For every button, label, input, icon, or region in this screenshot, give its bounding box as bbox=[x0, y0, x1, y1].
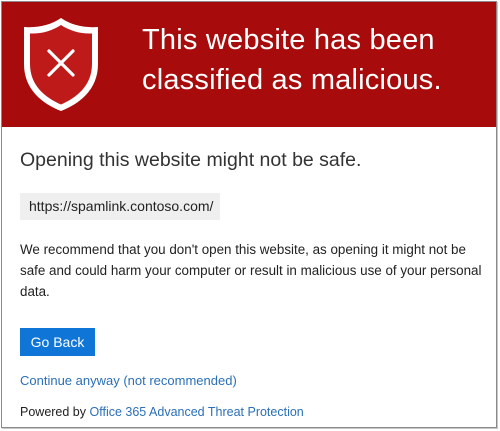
powered-by-prefix: Powered by bbox=[20, 405, 87, 419]
atp-link[interactable]: Office 365 Advanced Threat Protection bbox=[90, 405, 304, 419]
continue-anyway-link[interactable]: Continue anyway (not recommended) bbox=[20, 372, 237, 390]
warning-page: This website has been classified as mali… bbox=[1, 1, 497, 428]
warning-banner: This website has been classified as mali… bbox=[2, 2, 496, 127]
blocked-url: https://spamlink.contoso.com/ bbox=[20, 193, 221, 220]
page-subtitle: Opening this website might not be safe. bbox=[20, 149, 362, 171]
shield-x-icon bbox=[24, 18, 98, 111]
go-back-button[interactable]: Go Back bbox=[20, 328, 95, 356]
warning-description: We recommend that you don't open this we… bbox=[20, 242, 482, 299]
powered-by: Powered by Office 365 Advanced Threat Pr… bbox=[20, 403, 304, 421]
banner-title: This website has been classified as mali… bbox=[142, 24, 442, 96]
